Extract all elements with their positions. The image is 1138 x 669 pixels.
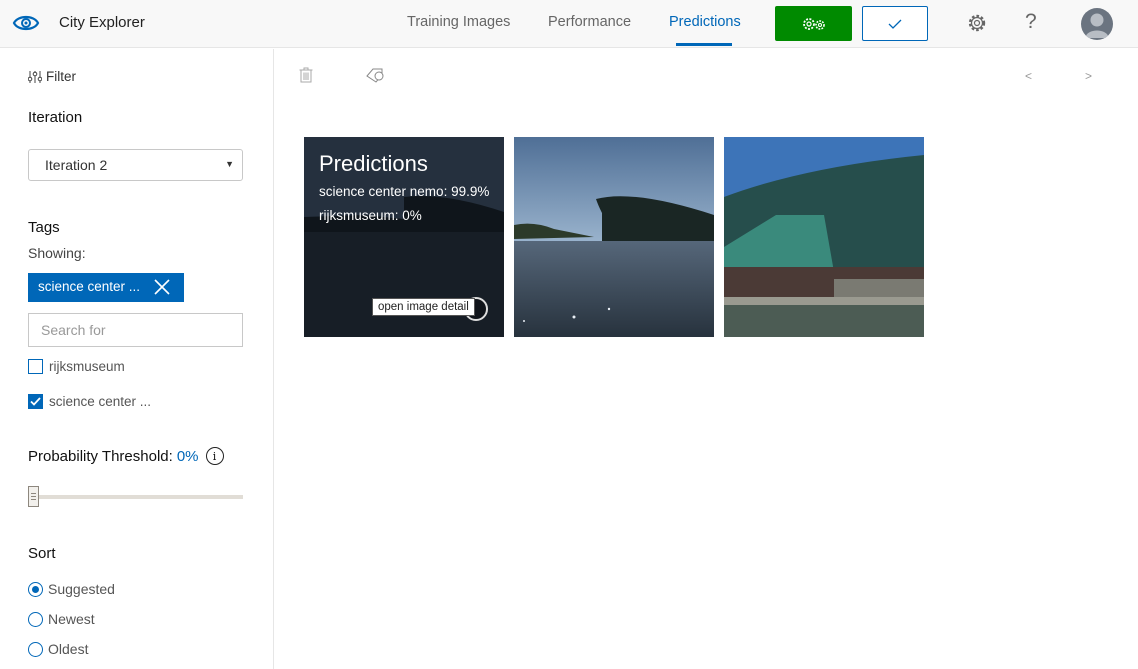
check-icon bbox=[30, 397, 41, 406]
gears-icon bbox=[802, 17, 825, 30]
tag-checkbox-science-center[interactable]: science center ... bbox=[28, 394, 151, 409]
app-title: City Explorer bbox=[59, 14, 145, 31]
image-nemo-silhouette bbox=[514, 137, 714, 337]
tab-predictions[interactable]: Predictions bbox=[669, 14, 741, 30]
active-tag-label: science center ... bbox=[38, 279, 141, 294]
showing-label: Showing: bbox=[28, 245, 86, 261]
filter-toggle[interactable]: Filter bbox=[28, 69, 76, 84]
radio-button[interactable] bbox=[28, 611, 43, 627]
probability-threshold: Probability Threshold: 0% i bbox=[28, 447, 224, 465]
prediction-image-thumbnail[interactable] bbox=[724, 137, 924, 337]
radio-label: Oldest bbox=[48, 641, 89, 657]
threshold-slider[interactable] bbox=[28, 486, 243, 508]
eye-logo-icon bbox=[12, 15, 40, 31]
tag-label: rijksmuseum bbox=[49, 359, 125, 374]
filter-sidebar: Filter Iteration Iteration 2 ▼ Tags Show… bbox=[0, 49, 274, 669]
sort-option-newest[interactable]: Newest bbox=[28, 611, 95, 627]
tag-label: science center ... bbox=[49, 394, 152, 409]
checkbox[interactable] bbox=[28, 394, 43, 409]
check-icon bbox=[888, 19, 902, 29]
tag-search-input[interactable] bbox=[28, 313, 243, 347]
quick-test-button[interactable] bbox=[862, 6, 928, 41]
chevron-down-icon: ▼ bbox=[225, 159, 234, 169]
tab-performance[interactable]: Performance bbox=[548, 14, 631, 30]
radio-button[interactable] bbox=[28, 581, 43, 597]
slider-track bbox=[28, 495, 243, 499]
top-bar: City Explorer Training Images Performanc… bbox=[0, 0, 1138, 48]
gear-icon[interactable] bbox=[966, 12, 988, 34]
threshold-value: 0% bbox=[176, 447, 199, 465]
filter-sliders-icon bbox=[28, 70, 42, 83]
close-icon[interactable] bbox=[154, 279, 170, 295]
sort-option-oldest[interactable]: Oldest bbox=[28, 641, 88, 657]
radio-label: Newest bbox=[48, 611, 95, 627]
overlay-title: Predictions bbox=[319, 151, 428, 176]
user-avatar-icon[interactable] bbox=[1081, 8, 1113, 40]
sort-heading: Sort bbox=[28, 545, 56, 562]
tab-training-images[interactable]: Training Images bbox=[407, 14, 510, 30]
active-tab-indicator bbox=[676, 43, 732, 46]
previous-page-button[interactable]: < bbox=[1025, 69, 1032, 83]
threshold-label: Probability Threshold: bbox=[28, 447, 173, 465]
active-tag-chip[interactable]: science center ... bbox=[28, 273, 184, 302]
info-icon[interactable]: i bbox=[205, 447, 224, 465]
tag-icon[interactable] bbox=[365, 67, 385, 83]
prediction-line: rijksmuseum: 0% bbox=[319, 208, 422, 223]
radio-button[interactable] bbox=[28, 641, 43, 657]
prediction-image-thumbnail[interactable]: Predictions science center nemo: 99.9% r… bbox=[304, 137, 504, 337]
predictions-gallery: < > Predictions science center nemo: 99.… bbox=[275, 49, 1138, 669]
image-nemo-facade bbox=[724, 137, 924, 337]
trash-icon[interactable] bbox=[299, 67, 313, 83]
tag-checkbox-rijksmuseum[interactable]: rijksmuseum bbox=[28, 359, 125, 374]
tags-heading: Tags bbox=[28, 219, 60, 236]
iteration-selected-value: Iteration 2 bbox=[45, 157, 108, 173]
prediction-line: science center nemo: 99.9% bbox=[319, 184, 490, 199]
slider-thumb[interactable] bbox=[28, 486, 39, 507]
iteration-heading: Iteration bbox=[28, 109, 83, 126]
prediction-overlay: Predictions science center nemo: 99.9% r… bbox=[304, 137, 504, 337]
radio-label: Suggested bbox=[48, 581, 115, 597]
filter-label: Filter bbox=[46, 69, 76, 84]
checkbox[interactable] bbox=[28, 359, 43, 374]
prediction-image-thumbnail[interactable] bbox=[514, 137, 714, 337]
iteration-dropdown[interactable]: Iteration 2 ▼ bbox=[28, 149, 243, 181]
train-button[interactable] bbox=[775, 6, 852, 41]
next-page-button[interactable]: > bbox=[1085, 69, 1092, 83]
sort-option-suggested[interactable]: Suggested bbox=[28, 581, 115, 597]
tooltip: open image detail bbox=[372, 298, 475, 316]
help-icon[interactable]: ? bbox=[1025, 10, 1037, 34]
